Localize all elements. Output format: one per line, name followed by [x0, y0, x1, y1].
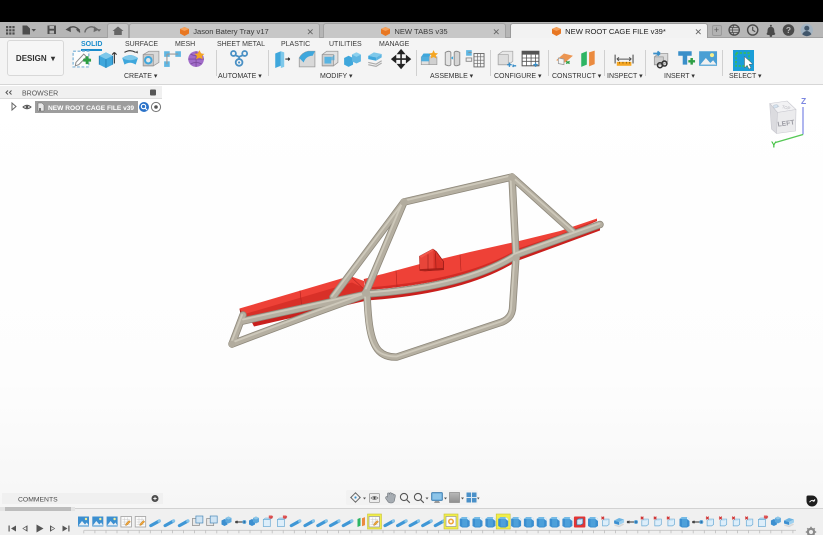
svg-text:BROWSER: BROWSER — [22, 90, 58, 97]
svg-text:NEW ROOT CAGE FILE v39: NEW ROOT CAGE FILE v39 — [48, 105, 134, 112]
svg-text:?: ? — [786, 25, 791, 35]
svg-text:Z: Z — [801, 96, 806, 106]
svg-text:COMMENTS: COMMENTS — [18, 496, 58, 503]
svg-text:Y: Y — [771, 140, 777, 150]
